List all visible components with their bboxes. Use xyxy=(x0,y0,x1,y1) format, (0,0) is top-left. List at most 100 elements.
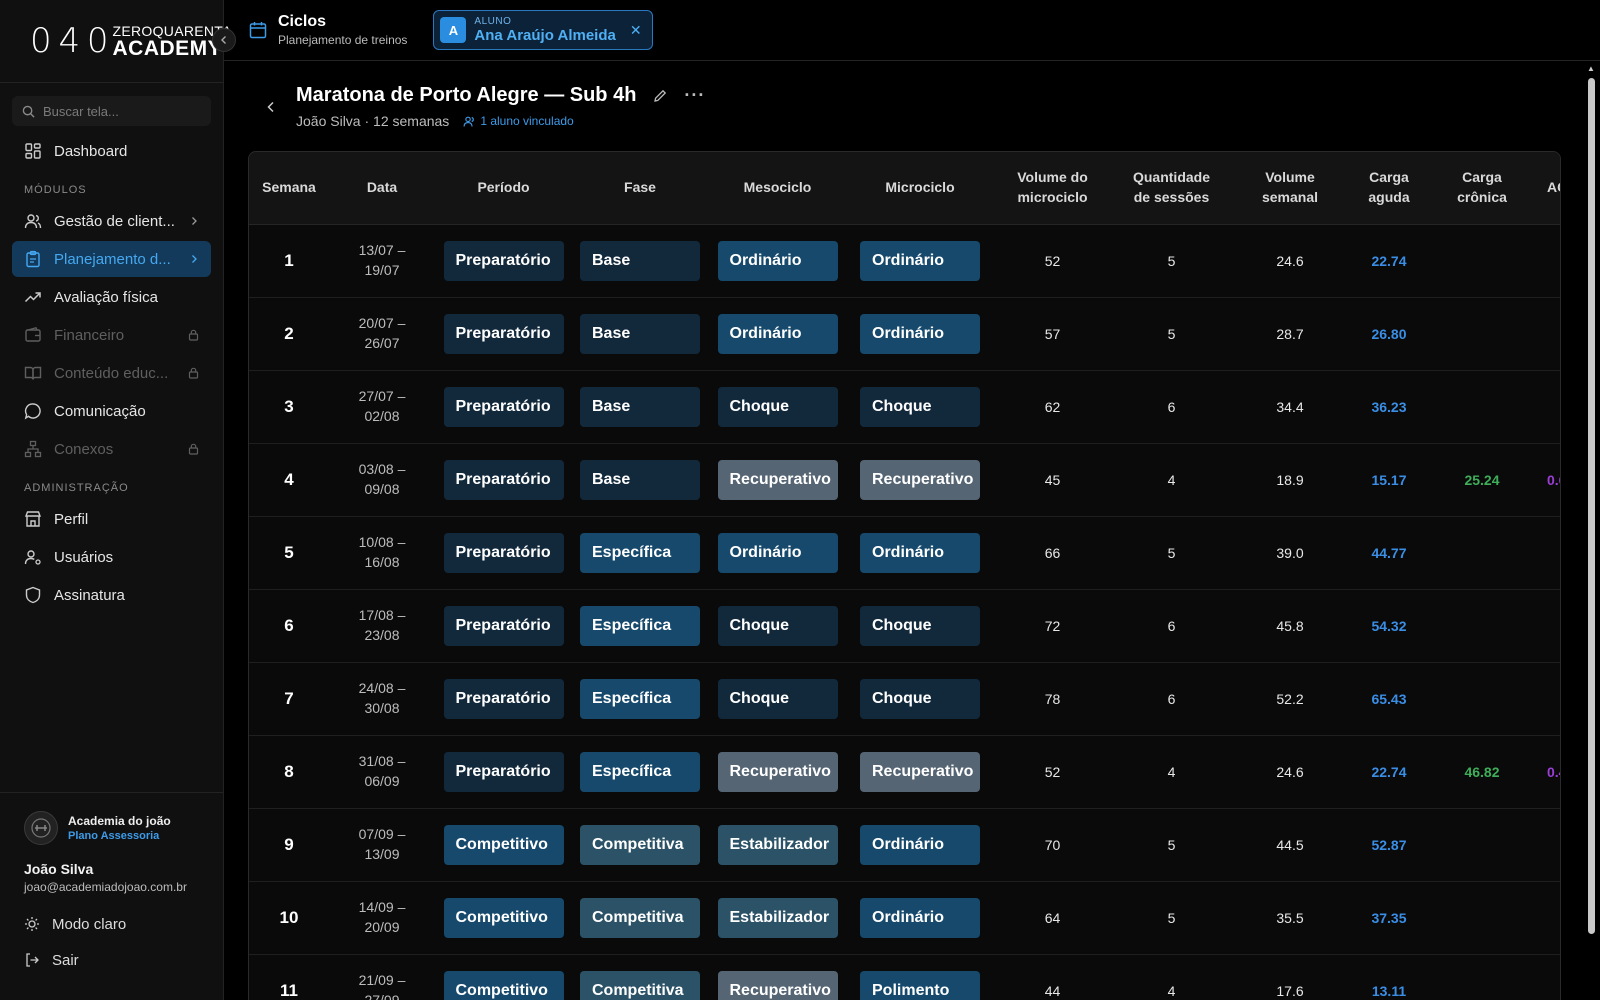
mesocycle-tag[interactable]: Choque xyxy=(717,386,838,427)
period-tag[interactable]: Preparatório xyxy=(443,751,564,792)
brand-logo[interactable]: 0 4 0 ZEROQUARENTA ACADEMY xyxy=(0,0,231,83)
cell-period: Preparatório xyxy=(435,735,572,809)
theme-toggle-button[interactable]: Modo claro xyxy=(0,906,223,942)
student-chip[interactable]: A ALUNO Ana Araújo Almeida ✕ xyxy=(433,10,653,50)
period-tag[interactable]: Preparatório xyxy=(443,240,564,281)
phase-tag[interactable]: Específica xyxy=(580,678,700,719)
mesocycle-tag[interactable]: Ordinário xyxy=(717,313,838,354)
microcycle-tag[interactable]: Recuperativo xyxy=(860,751,980,792)
microcycle-tag[interactable]: Ordinário xyxy=(860,824,980,865)
phase-tag[interactable]: Específica xyxy=(580,751,700,792)
phase-tag[interactable]: Base xyxy=(580,313,700,354)
mesocycle-tag[interactable]: Recuperativo xyxy=(717,751,838,792)
close-icon[interactable]: ✕ xyxy=(630,22,642,39)
sidebar-item-dashboard[interactable]: Dashboard xyxy=(12,133,211,169)
phase-tag[interactable]: Base xyxy=(580,386,700,427)
period-tag[interactable]: Preparatório xyxy=(443,532,564,573)
table-row[interactable]: 8 31/08 – 06/09 Preparatório Específica Recup… xyxy=(249,735,1560,809)
microcycle-tag[interactable]: Choque xyxy=(860,605,980,646)
microcycle-tag[interactable]: Ordinário xyxy=(860,897,980,938)
table-row[interactable]: 7 24/08 – 30/08 Preparatório Específica Choqu… xyxy=(249,662,1560,736)
cell-microcycle: Recuperativo xyxy=(847,735,993,809)
period-tag[interactable]: Preparatório xyxy=(443,459,564,500)
col-header-week[interactable]: Semana xyxy=(249,152,329,225)
sidebar-item-communication[interactable]: Comunicação xyxy=(12,393,211,429)
period-tag[interactable]: Preparatório xyxy=(443,313,564,354)
col-header-period[interactable]: Período xyxy=(435,152,572,225)
sidebar-item-clients[interactable]: Gestão de client... xyxy=(12,203,211,239)
sidebar-item-finance[interactable]: Financeiro xyxy=(12,317,211,353)
period-tag[interactable]: Preparatório xyxy=(443,605,564,646)
mesocycle-tag[interactable]: Estabilizador xyxy=(717,897,838,938)
phase-tag[interactable]: Competitiva xyxy=(580,824,700,865)
col-header-date[interactable]: Data xyxy=(329,152,435,225)
microcycle-tag[interactable]: Polimento xyxy=(860,970,980,1000)
table-row[interactable]: 3 27/07 – 02/08 Preparatório Base Choque Choqu… xyxy=(249,370,1560,444)
table-row[interactable]: 2 20/07 – 26/07 Preparatório Base Ordinário Or… xyxy=(249,297,1560,371)
phase-tag[interactable]: Competitiva xyxy=(580,897,700,938)
more-options-icon[interactable]: ··· xyxy=(684,85,705,106)
sidebar-item-content[interactable]: Conteúdo educ... xyxy=(12,355,211,391)
col-header-sessions[interactable]: Quantidade de sessões xyxy=(1112,152,1231,225)
mesocycle-tag[interactable]: Estabilizador xyxy=(717,824,838,865)
phase-tag[interactable]: Base xyxy=(580,459,700,500)
col-header-weekly-volume[interactable]: Volume semanal xyxy=(1231,152,1349,225)
cell-period: Competitivo xyxy=(435,881,572,955)
sidebar-item-connections[interactable]: Conexos xyxy=(12,431,211,467)
search-input[interactable] xyxy=(43,103,193,119)
sidebar-item-assessment[interactable]: Avaliação física xyxy=(12,279,211,315)
col-header-acwr[interactable]: ACWR xyxy=(1535,152,1560,225)
scroll-up-arrow-icon[interactable]: ▲ xyxy=(1586,64,1596,74)
period-tag[interactable]: Preparatório xyxy=(443,678,564,719)
table-row[interactable]: 9 07/09 – 13/09 Competitivo Competitiva Estab… xyxy=(249,808,1560,882)
microcycle-tag[interactable]: Choque xyxy=(860,386,980,427)
mesocycle-tag[interactable]: Choque xyxy=(717,678,838,719)
phase-tag[interactable]: Base xyxy=(580,240,700,281)
table-row[interactable]: 5 10/08 – 16/08 Preparatório Específica Ordin… xyxy=(249,516,1560,590)
sidebar-item-users[interactable]: Usuários xyxy=(12,539,211,575)
mesocycle-tag[interactable]: Recuperativo xyxy=(717,970,838,1000)
collapse-sidebar-button[interactable] xyxy=(212,28,236,52)
phase-tag[interactable]: Específica xyxy=(580,532,700,573)
period-tag[interactable]: Preparatório xyxy=(443,386,564,427)
phase-tag[interactable]: Competitiva xyxy=(580,970,700,1000)
logout-button[interactable]: Sair xyxy=(0,942,223,978)
phase-tag[interactable]: Específica xyxy=(580,605,700,646)
back-button[interactable] xyxy=(260,96,282,118)
table-row[interactable]: 10 14/09 – 20/09 Competitivo Competitiva Esta… xyxy=(249,881,1560,955)
period-tag[interactable]: Competitivo xyxy=(443,970,564,1000)
microcycle-tag[interactable]: Choque xyxy=(860,678,980,719)
sidebar-item-subscription[interactable]: Assinatura xyxy=(12,577,211,613)
col-header-phase[interactable]: Fase xyxy=(572,152,708,225)
academy-info[interactable]: Academia do joão Plano Assessoria xyxy=(0,811,223,845)
cell-period: Preparatório xyxy=(435,443,572,517)
sidebar-item-profile[interactable]: Perfil xyxy=(12,501,211,537)
cell-acute-load: 54.32 xyxy=(1349,589,1429,663)
mesocycle-tag[interactable]: Recuperativo xyxy=(717,459,838,500)
mesocycle-tag[interactable]: Ordinário xyxy=(717,240,838,281)
microcycle-tag[interactable]: Ordinário xyxy=(860,532,980,573)
vertical-scrollbar[interactable]: ▲ xyxy=(1586,64,1596,1000)
acwr-value: 0.4 xyxy=(1547,763,1560,780)
col-header-volume-micro[interactable]: Volume do microciclo xyxy=(993,152,1112,225)
period-tag[interactable]: Competitivo xyxy=(443,897,564,938)
col-header-microcycle[interactable]: Microciclo xyxy=(847,152,993,225)
table-row[interactable]: 4 03/08 – 09/08 Preparatório Base Recuperativ… xyxy=(249,443,1560,517)
cycles-table-container[interactable]: Semana Data Período Fase Mesociclo Micro… xyxy=(248,151,1561,1000)
sidebar-item-planning[interactable]: Planejamento d... xyxy=(12,241,211,277)
period-tag[interactable]: Competitivo xyxy=(443,824,564,865)
microcycle-tag[interactable]: Ordinário xyxy=(860,240,980,281)
col-header-chronic-load[interactable]: Carga crônica xyxy=(1429,152,1535,225)
scrollbar-thumb[interactable] xyxy=(1588,78,1595,934)
mesocycle-tag[interactable]: Choque xyxy=(717,605,838,646)
edit-pencil-icon[interactable] xyxy=(652,88,668,104)
col-header-acute-load[interactable]: Carga aguda xyxy=(1349,152,1429,225)
microcycle-tag[interactable]: Recuperativo xyxy=(860,459,980,500)
linked-students-link[interactable]: 1 aluno vinculado xyxy=(463,114,574,128)
microcycle-tag[interactable]: Ordinário xyxy=(860,313,980,354)
mesocycle-tag[interactable]: Ordinário xyxy=(717,532,838,573)
table-row[interactable]: 6 17/08 – 23/08 Preparatório Específica Choqu… xyxy=(249,589,1560,663)
table-row[interactable]: 1 13/07 – 19/07 Preparatório Base Ordinário Or… xyxy=(249,224,1560,298)
col-header-mesocycle[interactable]: Mesociclo xyxy=(708,152,847,225)
table-row[interactable]: 11 21/09 – 27/09 Competitivo Competitiva Recu… xyxy=(249,954,1560,1000)
